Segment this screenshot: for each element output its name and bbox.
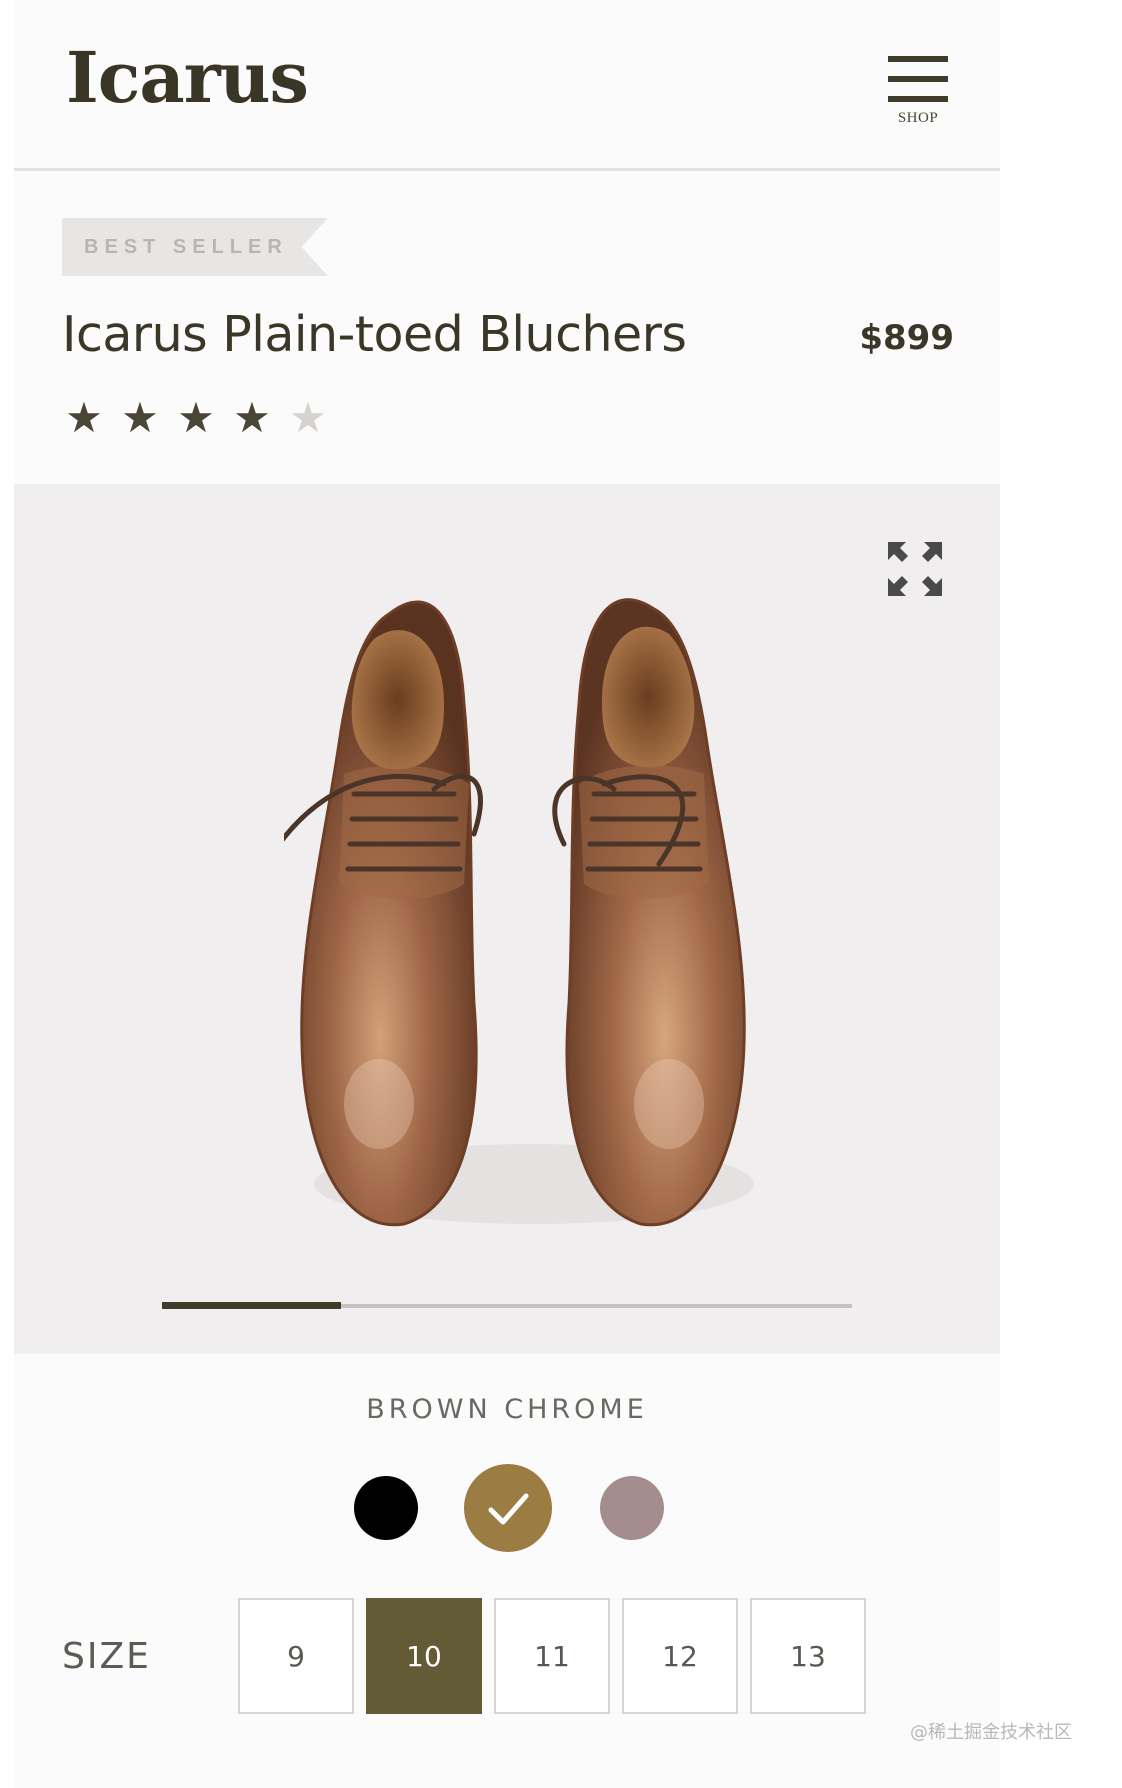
gallery-progress-fill [162,1302,342,1309]
star-icon: ★ [233,394,271,441]
hamburger-icon [888,56,948,62]
expand-icon[interactable] [884,538,946,600]
selected-color-name: BROWN CHROME [366,1394,648,1425]
shoe-image [284,598,754,1227]
badge-label: BEST SELLER [84,236,288,258]
header-divider [14,168,1000,171]
color-swatch-mauve[interactable] [600,1476,664,1540]
star-icon: ★ [65,394,103,441]
logo[interactable]: Icarus [66,36,309,119]
star-empty-icon: ★ [289,394,327,441]
checkmark-icon [488,1493,529,1525]
menu-label: SHOP [897,110,939,126]
size-option-9[interactable]: 9 [238,1598,354,1714]
product-page: Icarus SHOP BEST SELLER Icarus Plain-toe… [14,0,1000,1788]
size-label: SIZE [62,1636,151,1677]
size-option-11[interactable]: 11 [494,1598,610,1714]
product-title: Icarus Plain-toed Bluchers [62,306,687,363]
product-image-gallery[interactable] [14,484,1000,1354]
menu-button[interactable]: SHOP [886,52,952,132]
star-icon: ★ [121,394,159,441]
size-option-10[interactable]: 10 [366,1598,482,1714]
size-option-13[interactable]: 13 [750,1598,866,1714]
color-swatch-black[interactable] [354,1476,418,1540]
star-icon: ★ [177,394,215,441]
watermark: @稀土掘金技术社区 [910,1722,1072,1743]
best-seller-badge: BEST SELLER [62,218,328,276]
color-swatch-brown[interactable] [464,1464,552,1552]
rating-stars: ★ ★ ★ ★ ★ [62,396,330,440]
gallery-progress[interactable] [162,1302,852,1309]
header: Icarus SHOP [14,0,1000,171]
product-price: $899 [859,318,954,358]
size-option-12[interactable]: 12 [622,1598,738,1714]
